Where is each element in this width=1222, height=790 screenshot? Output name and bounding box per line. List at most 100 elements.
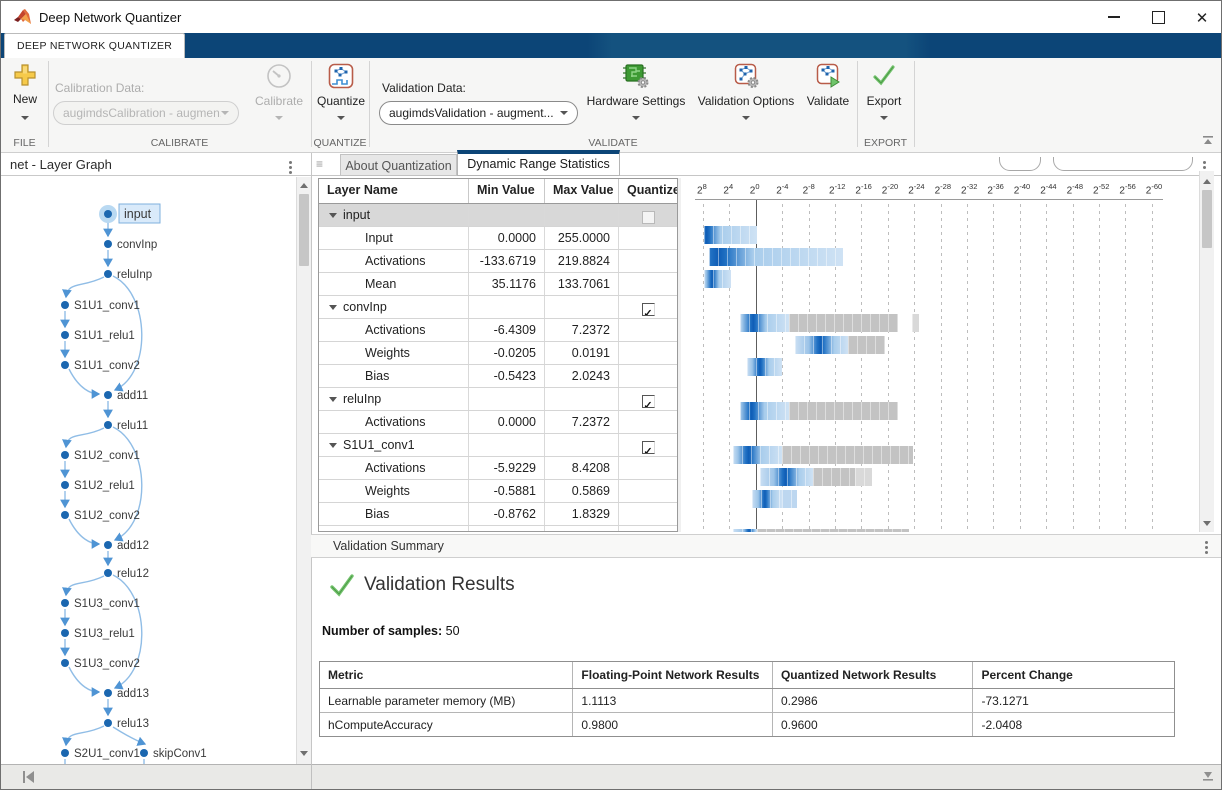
hist-bar-blue (740, 314, 789, 332)
layer-graph-menu-icon[interactable] (284, 159, 296, 176)
scroll-down-icon[interactable] (1203, 521, 1211, 526)
layer-graph-canvas[interactable]: inputconvInpreluInpS1U1_conv1S1U1_relu1S… (1, 177, 296, 764)
layer-stat-row[interactable]: Activations-6.43097.2372 (319, 319, 677, 342)
layer-group-row[interactable]: input (319, 204, 677, 227)
graph-node-S1U1_relu1[interactable] (61, 331, 69, 339)
quantize-checkbox[interactable]: ✓ (642, 395, 655, 408)
layer-stat-row[interactable]: Bias-0.87621.8329 (319, 503, 677, 526)
graph-node-skipConv1[interactable] (140, 749, 148, 757)
layer-stat-row[interactable]: Weights-0.02050.0191 (319, 342, 677, 365)
quantize-button[interactable]: Quantize (313, 63, 369, 124)
export-button[interactable]: Export (859, 63, 909, 124)
minimize-icon (1108, 16, 1120, 18)
hardware-settings-label: Hardware Settings (586, 94, 686, 108)
layer-stat-row[interactable]: Input0.0000255.0000 (319, 227, 677, 250)
graph-node-S1U3_conv1[interactable] (61, 599, 69, 607)
graph-node-convInp[interactable] (104, 240, 112, 248)
max-value (545, 388, 619, 410)
graph-node-S1U2_conv1[interactable] (61, 451, 69, 459)
expand-caret-icon[interactable] (329, 305, 337, 310)
max-value (545, 204, 619, 226)
expand-caret-icon[interactable] (329, 397, 337, 402)
collapse-bottom-icon[interactable] (1201, 769, 1215, 783)
graph-node-relu13[interactable] (104, 719, 112, 727)
tab-dynamic-range-statistics[interactable]: Dynamic Range Statistics (457, 150, 620, 176)
maximize-button[interactable] (1143, 7, 1173, 27)
layer-group-row[interactable]: convInp✓ (319, 296, 677, 319)
scroll-up-icon[interactable] (300, 183, 308, 188)
graph-node-reluInp[interactable] (104, 270, 112, 278)
validation-success-check-icon (328, 572, 355, 599)
axis-tick-label: 2-44 (1040, 182, 1056, 196)
validation-summary-bar[interactable]: Validation Summary (311, 534, 1222, 558)
min-value (469, 296, 545, 318)
histogram-gridline (1020, 204, 1021, 532)
graph-node-S2U1_conv1[interactable] (61, 749, 69, 757)
layer-stat-row[interactable]: Bias-0.54232.0243 (319, 365, 677, 388)
collapse-left-icon[interactable] (21, 770, 37, 784)
toolbar-separator (369, 61, 370, 147)
graph-node-S1U2_relu1[interactable] (61, 481, 69, 489)
graph-node-S1U3_conv2[interactable] (61, 659, 69, 667)
number-of-samples: Number of samples: 50 (322, 624, 460, 638)
layer-group-row[interactable]: reluInp✓ (319, 388, 677, 411)
validation-data-dropdown[interactable]: augimdsValidation - augment... (379, 101, 578, 125)
graph-node-S1U1_conv2[interactable] (61, 361, 69, 369)
calibration-data-dropdown[interactable]: augimdsCalibration - augmen... (53, 101, 239, 125)
col-header-min-value[interactable]: Min Value (469, 179, 545, 203)
col-header-max-value[interactable]: Max Value (545, 179, 619, 203)
layer-graph-vertical-scrollbar[interactable] (296, 177, 311, 764)
layer-stat-row[interactable]: Activations-133.6719219.8824 (319, 250, 677, 273)
scrollbar-thumb[interactable] (1202, 190, 1212, 248)
collapse-ribbon-icon[interactable] (1201, 135, 1215, 147)
tabbar-grip-icon[interactable]: ≡ (316, 157, 323, 171)
quantize-checkbox[interactable]: ✓ (642, 441, 655, 454)
layer-stat-row[interactable]: Weights-0.58810.5869 (319, 480, 677, 503)
scroll-up-icon[interactable] (1203, 179, 1211, 184)
minimize-button[interactable] (1099, 7, 1129, 27)
expand-caret-icon[interactable] (329, 213, 337, 218)
new-button[interactable]: New (5, 63, 45, 124)
graph-edge (69, 667, 99, 692)
graph-node-S1U1_conv1[interactable] (61, 301, 69, 309)
hist-toolbar-button-partial[interactable] (1053, 157, 1193, 171)
validation-options-button[interactable]: Validation Options (695, 63, 797, 124)
graph-node-add13[interactable] (104, 689, 112, 697)
graph-node-add12[interactable] (104, 541, 112, 549)
layer-stat-row[interactable]: Mean35.1176133.7061 (319, 273, 677, 296)
stat-name: Weights (319, 480, 469, 502)
col-header-quantize[interactable]: Quantize (619, 179, 677, 203)
max-value: 0.0191 (545, 342, 619, 364)
hist-toolbar-button-partial[interactable] (999, 157, 1041, 171)
tab-about-quantization[interactable]: About Quantization (340, 154, 457, 176)
layer-stat-row[interactable]: Activations-5.92298.4208 (319, 457, 677, 480)
hardware-settings-button[interactable]: Hardware Settings (586, 63, 686, 124)
ribbon-tab-deep-network-quantizer[interactable]: DEEP NETWORK QUANTIZER (4, 33, 185, 58)
validation-summary-menu-icon[interactable] (1200, 539, 1212, 556)
layer-group-row[interactable]: S1U1_relu1✓ (319, 526, 677, 532)
graph-node-S1U2_conv2[interactable] (61, 511, 69, 519)
layer-group-row[interactable]: S1U1_conv1✓ (319, 434, 677, 457)
scroll-down-icon[interactable] (300, 751, 308, 756)
calibrate-button[interactable]: Calibrate (249, 63, 309, 124)
quantize-checkbox[interactable] (642, 211, 655, 224)
scrollbar-thumb[interactable] (299, 194, 309, 266)
hist-bar-gray (789, 314, 899, 332)
layer-stat-row[interactable]: Activations0.00007.2372 (319, 411, 677, 434)
graph-node-label: relu13 (117, 718, 149, 730)
graph-node-S1U3_relu1[interactable] (61, 629, 69, 637)
expand-caret-icon[interactable] (329, 443, 337, 448)
dynamic-range-histogram[interactable]: 2824202-42-82-122-162-202-242-282-322-36… (681, 178, 1197, 532)
graph-node-relu11[interactable] (104, 421, 112, 429)
close-button[interactable]: ✕ (1187, 7, 1217, 27)
quantize-checkbox[interactable]: ✓ (642, 303, 655, 316)
graph-node-add11[interactable] (104, 391, 112, 399)
graph-node-relu12[interactable] (104, 569, 112, 577)
histogram-vertical-scrollbar[interactable] (1199, 171, 1214, 532)
validate-button[interactable]: Validate (803, 63, 853, 108)
col-header-layer-name[interactable]: Layer Name (319, 179, 469, 203)
metric-value: 0.9600 (773, 713, 974, 736)
graph-node-input[interactable] (104, 210, 112, 218)
samples-value: 50 (446, 624, 460, 638)
axis-tick-label: 2-24 (908, 182, 924, 196)
